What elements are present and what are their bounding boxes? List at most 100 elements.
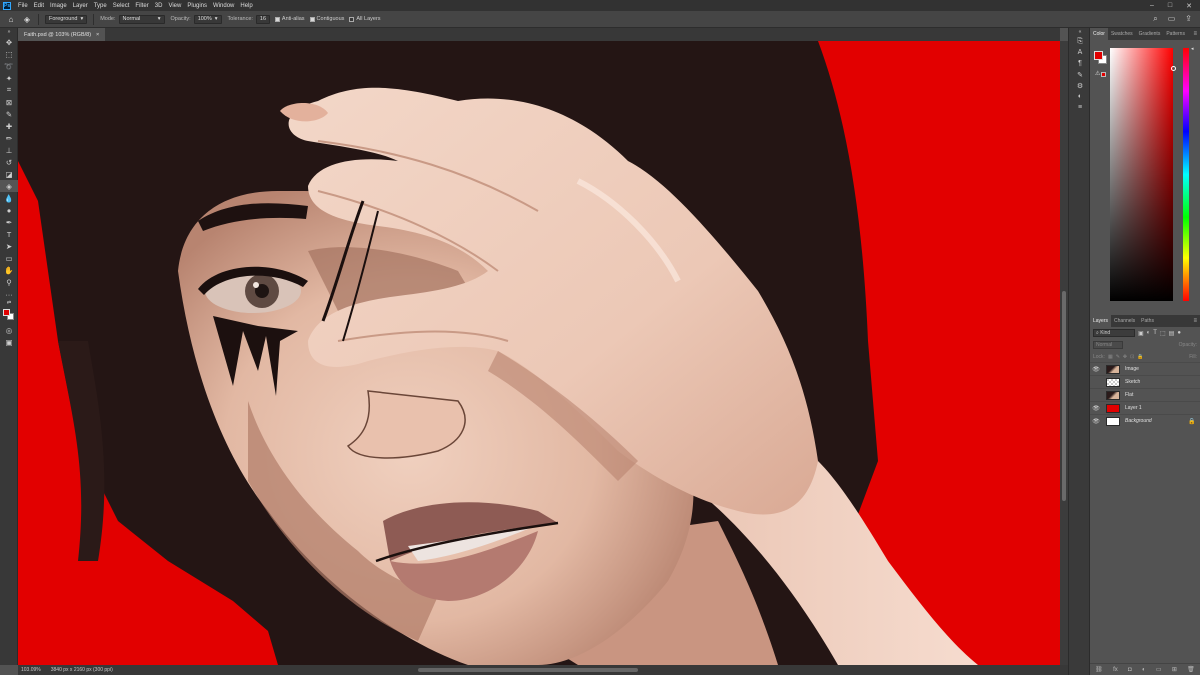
opacity-field[interactable]: 100% ▾	[193, 14, 222, 24]
menu-filter[interactable]: Filter	[132, 3, 151, 9]
layer-row-sketch[interactable]: Sketch	[1090, 375, 1200, 388]
color-picker-marker[interactable]	[1171, 66, 1176, 71]
artboard-icon[interactable]: ⊡	[1130, 354, 1134, 360]
lock-move-icon[interactable]: ✥	[1123, 354, 1127, 360]
close-tab-icon[interactable]: ×	[96, 32, 99, 38]
menu-file[interactable]: File	[15, 3, 31, 9]
paragraph-icon[interactable]: ¶	[1069, 58, 1091, 69]
character-icon[interactable]: A	[1069, 47, 1091, 58]
marquee-tool-icon[interactable]: ⬚	[0, 48, 18, 60]
all-layers-checkbox[interactable]: All Layers	[349, 16, 381, 22]
pen-tool-icon[interactable]: ✒	[0, 216, 18, 228]
libraries-icon[interactable]: ≡	[1069, 102, 1091, 113]
blur-tool-icon[interactable]: 💧	[0, 192, 18, 204]
menu-type[interactable]: Type	[91, 3, 110, 9]
eraser-tool-icon[interactable]: ◪	[0, 168, 18, 180]
move-tool-icon[interactable]: ✥	[0, 36, 18, 48]
add-mask-icon[interactable]: ◘	[1128, 667, 1132, 673]
share-icon[interactable]: ⇪	[1185, 14, 1192, 24]
menu-window[interactable]: Window	[210, 3, 237, 9]
lock-paint-icon[interactable]: ✎	[1116, 354, 1120, 360]
delete-layer-icon[interactable]: 🗑	[1187, 666, 1195, 673]
eyedropper-tool-icon[interactable]: ✎	[0, 108, 18, 120]
rectangle-tool-icon[interactable]: ▭	[0, 252, 18, 264]
type-tool-icon[interactable]: T	[0, 228, 18, 240]
adjustments-icon[interactable]: ◐	[1069, 91, 1091, 102]
workspace-icon[interactable]: ▭	[1168, 14, 1176, 24]
menu-select[interactable]: Select	[110, 3, 133, 9]
new-group-icon[interactable]: ▭	[1156, 666, 1162, 673]
mode-select[interactable]: Normal ▾	[118, 14, 165, 24]
foreground-color[interactable]	[1094, 51, 1103, 60]
pixel-filter-icon[interactable]: ▣	[1138, 330, 1144, 337]
more-tools-icon[interactable]: ···	[0, 288, 18, 300]
hand-tool-icon[interactable]: ✋	[0, 264, 18, 276]
collapse-icon[interactable]: «	[1069, 28, 1091, 36]
close-button[interactable]: ✕	[1186, 2, 1192, 10]
dodge-tool-icon[interactable]: ●	[0, 204, 18, 216]
search-icon[interactable]: ⌕	[1153, 14, 1157, 24]
paint-bucket-icon[interactable]: ◈	[22, 14, 32, 24]
lock-all-icon[interactable]: 🔒	[1137, 354, 1143, 360]
menu-3d[interactable]: 3D	[152, 3, 166, 9]
layer-row-image[interactable]: 👁 Image	[1090, 362, 1200, 375]
gamut-color-swatch[interactable]	[1101, 72, 1106, 77]
adjustment-filter-icon[interactable]: ◐	[1147, 330, 1151, 336]
menu-plugins[interactable]: Plugins	[184, 3, 210, 9]
zoom-level[interactable]: 103.09%	[21, 667, 41, 673]
horizontal-scrollbar[interactable]	[418, 668, 638, 672]
panel-menu-icon[interactable]: ≡	[1193, 318, 1200, 324]
brushes-icon[interactable]: ✎	[1069, 69, 1091, 80]
antialias-checkbox[interactable]: Anti-alias	[274, 16, 305, 22]
panel-menu-icon[interactable]: ≡	[1193, 31, 1200, 37]
properties-icon[interactable]: ⚙	[1069, 80, 1091, 91]
menu-help[interactable]: Help	[237, 3, 255, 9]
adjustment-layer-icon[interactable]: ◐	[1142, 667, 1146, 673]
crop-tool-icon[interactable]: ⌗	[0, 84, 18, 96]
shape-filter-icon[interactable]: ⬚	[1160, 330, 1166, 337]
maximize-button[interactable]: □	[1168, 2, 1172, 10]
link-layers-icon[interactable]: ⛓	[1095, 666, 1103, 673]
tab-patterns[interactable]: Patterns	[1163, 28, 1188, 40]
layer-row-background[interactable]: 👁 Background 🔒	[1090, 414, 1200, 427]
visibility-eye-icon[interactable]: 👁	[1090, 405, 1102, 412]
color-swatches[interactable]	[0, 306, 18, 324]
saturation-brightness-field[interactable]	[1110, 48, 1173, 301]
screen-mode-icon[interactable]: ▣	[0, 336, 18, 348]
menu-view[interactable]: View	[165, 3, 184, 9]
document-canvas[interactable]	[18, 41, 1060, 665]
contiguous-checkbox[interactable]: Contiguous	[309, 16, 344, 22]
history-brush-icon[interactable]: ↺	[0, 156, 18, 168]
lasso-tool-icon[interactable]: ➰	[0, 60, 18, 72]
menu-image[interactable]: Image	[47, 3, 70, 9]
healing-tool-icon[interactable]: ✚	[0, 120, 18, 132]
lock-icon[interactable]: 🔒	[1188, 418, 1200, 425]
stamp-tool-icon[interactable]: ⊥	[0, 144, 18, 156]
layer-style-icon[interactable]: fx	[1113, 667, 1118, 673]
menu-layer[interactable]: Layer	[70, 3, 91, 9]
quick-mask-icon[interactable]: ◎	[0, 324, 18, 336]
visibility-eye-icon[interactable]: 👁	[1090, 366, 1102, 373]
tab-swatches[interactable]: Swatches	[1108, 28, 1136, 40]
collapse-icon[interactable]: »	[0, 28, 18, 36]
path-select-icon[interactable]: ➤	[0, 240, 18, 252]
type-filter-icon[interactable]: T	[1153, 330, 1157, 336]
tab-gradients[interactable]: Gradients	[1136, 28, 1164, 40]
layer-row-layer-1[interactable]: 👁 Layer 1	[1090, 401, 1200, 414]
tab-layers[interactable]: Layers	[1090, 315, 1112, 327]
new-layer-icon[interactable]: ⊞	[1172, 666, 1177, 673]
foreground-color[interactable]	[3, 309, 10, 316]
blend-mode-select[interactable]: Normal	[1093, 341, 1123, 349]
filter-toggle-icon[interactable]: ●	[1177, 330, 1181, 336]
layer-row-flat[interactable]: Flat	[1090, 388, 1200, 401]
document-tab[interactable]: Faith.psd @ 103% (RGB/8) ×	[18, 28, 106, 41]
minimize-button[interactable]: –	[1150, 2, 1154, 10]
magic-wand-tool-icon[interactable]: ✦	[0, 72, 18, 84]
zoom-tool-icon[interactable]: ⚲	[0, 276, 18, 288]
visibility-eye-icon[interactable]: 👁	[1090, 418, 1102, 425]
brush-tool-icon[interactable]: ✏	[0, 132, 18, 144]
smart-object-filter-icon[interactable]: ▤	[1169, 330, 1175, 337]
paint-bucket-tool-icon[interactable]: ◈	[0, 180, 18, 192]
fill-source-select[interactable]: Foreground ▾	[45, 14, 88, 24]
tolerance-field[interactable]: 16	[255, 14, 270, 24]
